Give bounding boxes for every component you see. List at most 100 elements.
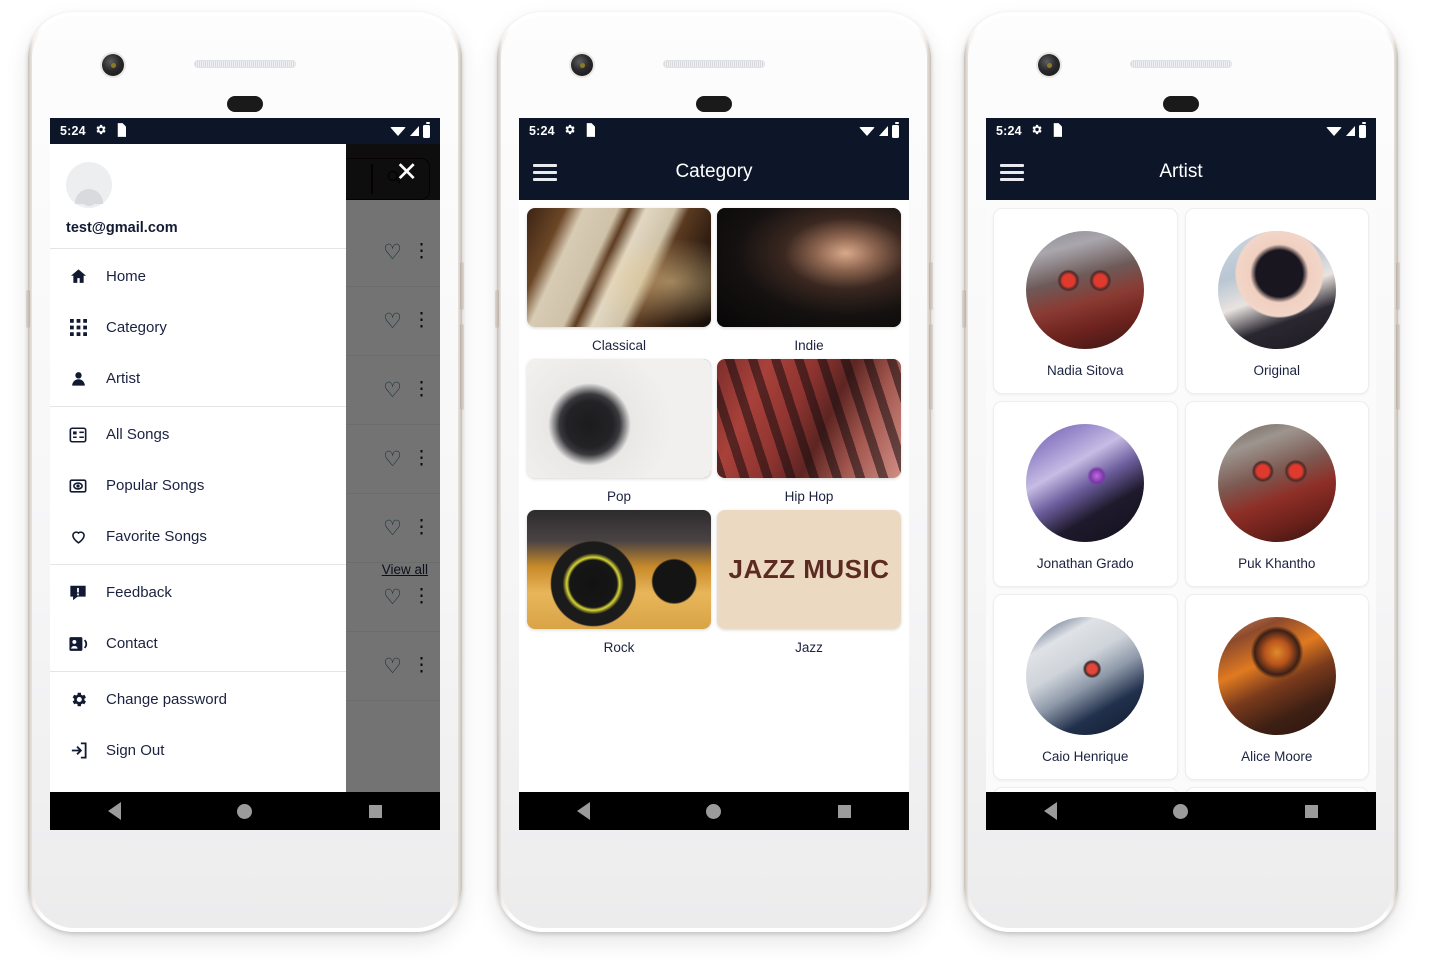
back-triangle-icon[interactable] xyxy=(108,802,122,820)
category-thumbnail xyxy=(717,208,901,327)
artist-card[interactable]: Alice Moore xyxy=(1184,594,1369,780)
phone-device-drawer: 5:24 ✕ test@gmail.com Home Category Arti… xyxy=(26,12,464,932)
earpiece-speaker xyxy=(194,60,296,68)
power-button[interactable] xyxy=(460,262,464,310)
sidebar-item-category[interactable]: Category xyxy=(50,302,346,353)
status-bar: 5:24 xyxy=(986,118,1376,144)
feedback-icon xyxy=(68,583,88,603)
hamburger-icon[interactable] xyxy=(1000,163,1024,181)
artist-name: Original xyxy=(1253,362,1301,378)
artist-avatar xyxy=(1026,230,1145,349)
home-circle-icon[interactable] xyxy=(237,803,253,819)
jazz-poster-text: JAZZ MUSIC xyxy=(728,554,890,585)
artist-name: Nadia Sitova xyxy=(1046,362,1124,378)
power-button[interactable] xyxy=(929,262,933,310)
status-time: 5:24 xyxy=(529,124,555,138)
category-label: Pop xyxy=(606,489,632,504)
home-circle-icon[interactable] xyxy=(706,803,722,819)
recents-square-icon[interactable] xyxy=(837,804,851,818)
category-thumbnail xyxy=(527,359,711,478)
signal-icon xyxy=(410,126,419,136)
artist-card[interactable]: Jonathan Grado xyxy=(993,401,1178,587)
sidebar-item-popular-songs[interactable]: Popular Songs xyxy=(50,460,346,511)
gear-icon xyxy=(1030,123,1043,139)
sensor-pill xyxy=(696,96,732,112)
artist-name: Jonathan Grado xyxy=(1036,555,1134,571)
earpiece-speaker xyxy=(1130,60,1232,68)
front-camera-icon xyxy=(1038,54,1060,76)
android-nav-bar xyxy=(986,792,1376,830)
status-right-icons xyxy=(390,122,430,138)
category-card[interactable]: Pop xyxy=(527,359,711,510)
front-camera-icon xyxy=(571,54,593,76)
drawer-group-account: Change password Sign Out xyxy=(50,672,346,778)
status-bar: 5:24 xyxy=(50,118,440,144)
sidebar-item-label: Home xyxy=(106,268,147,285)
sidebar-item-all-songs[interactable]: All Songs xyxy=(50,409,346,460)
category-label: Classical xyxy=(591,338,646,353)
sidebar-item-artist[interactable]: Artist xyxy=(50,353,346,404)
category-thumbnail: JAZZ MUSIC xyxy=(717,510,901,629)
wifi-icon xyxy=(390,126,406,136)
battery-icon xyxy=(423,122,430,138)
phone1-screen: 5:24 ✕ test@gmail.com Home Category Arti… xyxy=(50,118,440,830)
recents-square-icon[interactable] xyxy=(1304,804,1318,818)
front-camera-icon xyxy=(102,54,124,76)
sidebar-item-sign-out[interactable]: Sign Out xyxy=(50,725,346,776)
volume-button[interactable] xyxy=(460,324,464,410)
person-icon xyxy=(68,369,88,389)
category-grid: Classical Indie Pop Hip Hop Rock JAZZ MU… xyxy=(519,200,909,792)
category-card[interactable]: Rock xyxy=(527,510,711,661)
hamburger-icon[interactable] xyxy=(533,163,557,181)
phone3-screen: 5:24 Artist Nadia Sitova Original Jonath… xyxy=(986,118,1376,830)
status-right-icons xyxy=(859,122,899,138)
sidebar-item-change-password[interactable]: Change password xyxy=(50,674,346,725)
android-nav-bar xyxy=(519,792,909,830)
page-title: Artist xyxy=(1159,161,1203,182)
status-time: 5:24 xyxy=(60,124,86,138)
sidebar-item-favorite-songs[interactable]: Favorite Songs xyxy=(50,511,346,562)
power-button[interactable] xyxy=(1396,262,1400,310)
screenshot-stage: 5:24 ✕ test@gmail.com Home Category Arti… xyxy=(0,0,1440,960)
phone-device-category: 5:24 Category Classical Indie Pop Hip Ho… xyxy=(495,12,933,932)
category-card[interactable]: Classical xyxy=(527,208,711,359)
volume-button[interactable] xyxy=(929,324,933,410)
artist-avatar xyxy=(1217,616,1336,735)
signal-icon xyxy=(879,126,888,136)
artist-avatar xyxy=(1217,230,1336,349)
android-nav-bar xyxy=(50,792,440,830)
back-triangle-icon[interactable] xyxy=(1044,802,1058,820)
category-card[interactable]: JAZZ MUSIC Jazz xyxy=(717,510,901,661)
artist-card[interactable]: Original xyxy=(1184,208,1369,394)
back-triangle-icon[interactable] xyxy=(577,802,591,820)
avatar[interactable] xyxy=(66,162,112,208)
wifi-icon xyxy=(859,126,875,136)
phone2-screen: 5:24 Category Classical Indie Pop Hip Ho… xyxy=(519,118,909,830)
recents-square-icon[interactable] xyxy=(368,804,382,818)
status-bar: 5:24 xyxy=(519,118,909,144)
home-circle-icon[interactable] xyxy=(1173,803,1189,819)
artist-card[interactable]: Puk Khantho xyxy=(1184,401,1369,587)
phone-device-artist: 5:24 Artist Nadia Sitova Original Jonath… xyxy=(962,12,1400,932)
drawer-group-main: Home Category Artist xyxy=(50,249,346,406)
battery-icon xyxy=(1359,122,1366,138)
drawer-group-songs: All Songs Popular Songs Favorite Songs xyxy=(50,407,346,564)
sidebar-item-home[interactable]: Home xyxy=(50,251,346,302)
artist-avatar xyxy=(1217,423,1336,542)
app-bar: Artist xyxy=(986,144,1376,200)
sidebar-item-feedback[interactable]: Feedback xyxy=(50,567,346,618)
category-card[interactable]: Indie xyxy=(717,208,901,359)
sensor-pill xyxy=(1163,96,1199,112)
wifi-icon xyxy=(1326,126,1342,136)
app-bar: Category xyxy=(519,144,909,200)
sidebar-item-contact[interactable]: Contact xyxy=(50,618,346,669)
sidebar-item-label: Change password xyxy=(106,691,227,708)
account-email: test@gmail.com xyxy=(66,220,178,236)
volume-button[interactable] xyxy=(1396,324,1400,410)
category-card[interactable]: Hip Hop xyxy=(717,359,901,510)
close-icon[interactable]: ✕ xyxy=(395,158,418,186)
artist-name: Alice Moore xyxy=(1241,748,1313,764)
sidebar-item-label: Artist xyxy=(106,370,141,387)
artist-card[interactable]: Caio Henrique xyxy=(993,594,1178,780)
artist-card[interactable]: Nadia Sitova xyxy=(993,208,1178,394)
